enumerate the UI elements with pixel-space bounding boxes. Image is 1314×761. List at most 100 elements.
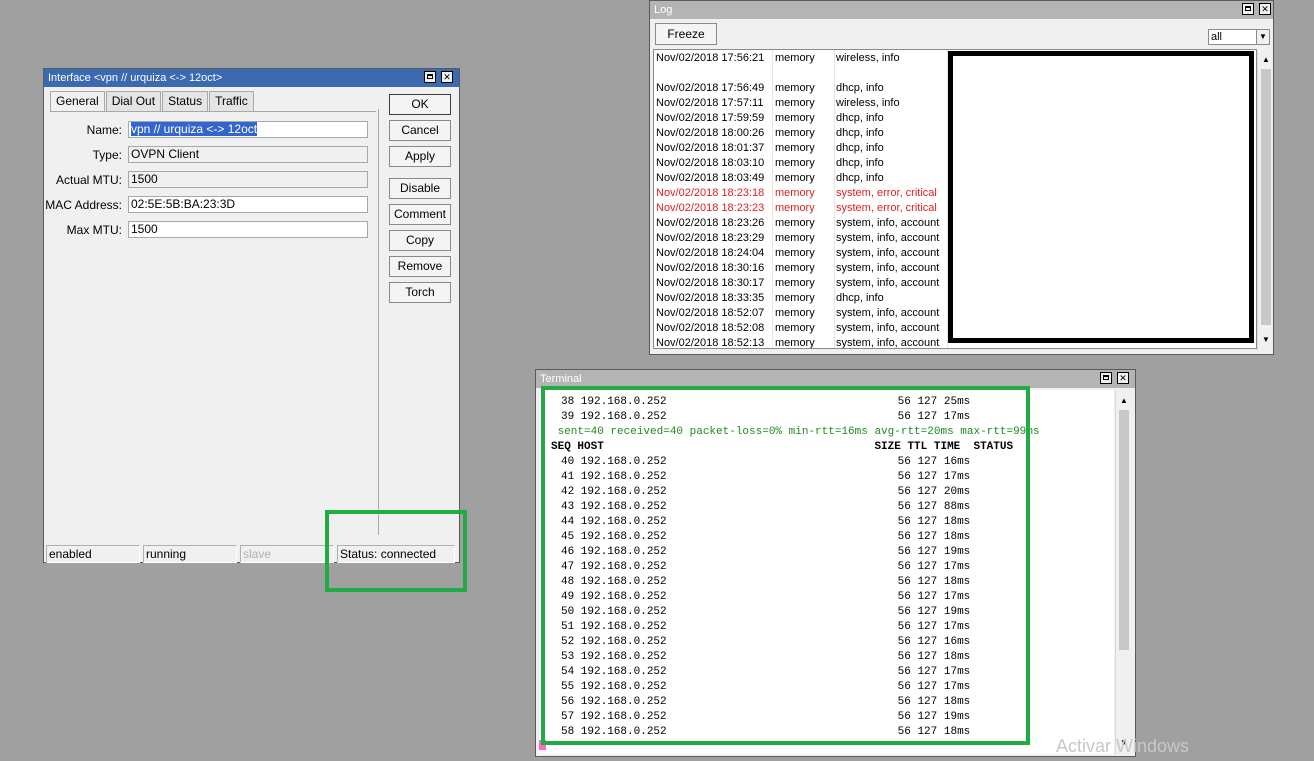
log-topics: dhcp, info bbox=[836, 142, 884, 154]
actual-mtu-label: Actual MTU: bbox=[55, 173, 122, 187]
close-icon[interactable] bbox=[1117, 372, 1129, 384]
log-topics: system, error, critical bbox=[836, 202, 937, 214]
log-topics: dhcp, info bbox=[836, 157, 884, 169]
log-topics: dhcp, info bbox=[836, 112, 884, 124]
terminal-highlight-box bbox=[541, 386, 1030, 745]
name-label: Name: bbox=[86, 123, 122, 137]
log-time: Nov/02/2018 18:52:08 bbox=[656, 322, 765, 334]
log-time: Nov/02/2018 17:56:49 bbox=[656, 82, 765, 94]
log-buffer: memory bbox=[775, 292, 815, 304]
log-buffer: memory bbox=[775, 142, 815, 154]
log-topics: system, info, account bbox=[836, 262, 940, 274]
log-time: Nov/02/2018 18:23:23 bbox=[656, 202, 765, 214]
tab-general[interactable]: General bbox=[50, 91, 105, 111]
remove-button[interactable]: Remove bbox=[389, 256, 451, 277]
maximize-icon[interactable] bbox=[1100, 372, 1112, 384]
log-topics: system, info, account bbox=[836, 277, 940, 289]
interface-title: Interface <vpn // urquiza <-> 12oct> bbox=[48, 72, 223, 84]
log-buffer: memory bbox=[775, 187, 815, 199]
log-topics: system, info, account bbox=[836, 232, 940, 244]
activation-watermark: Activar Windows bbox=[1056, 736, 1190, 756]
apply-button[interactable]: Apply bbox=[389, 146, 451, 167]
tab-dial-out[interactable]: Dial Out bbox=[105, 91, 162, 111]
log-buffer: memory bbox=[775, 217, 815, 229]
log-list: Nov/02/2018 17:56:21 memory wireless, info… bbox=[653, 49, 1257, 349]
log-time: Nov/02/2018 18:03:49 bbox=[656, 172, 765, 184]
terminal-scrollbar[interactable]: ▲ ▼ bbox=[1115, 390, 1133, 754]
scroll-up-icon[interactable]: ▲ bbox=[1117, 394, 1131, 408]
log-buffer: memory bbox=[775, 322, 815, 334]
copy-button[interactable]: Copy bbox=[389, 230, 451, 251]
log-topics: system, info, account bbox=[836, 247, 940, 259]
log-scrollbar[interactable]: ▲ ▼ bbox=[1257, 51, 1273, 351]
log-time: Nov/02/2018 18:01:37 bbox=[656, 142, 765, 154]
scroll-up-icon[interactable]: ▲ bbox=[1259, 53, 1273, 67]
mac-address-field[interactable]: 02:5E:5B:BA:23:3D bbox=[128, 196, 368, 213]
log-buffer: memory bbox=[775, 172, 815, 184]
torch-button[interactable]: Torch bbox=[389, 282, 451, 303]
log-time: Nov/02/2018 17:57:11 bbox=[656, 97, 764, 109]
log-buffer: memory bbox=[775, 337, 815, 349]
close-icon[interactable] bbox=[1259, 3, 1271, 15]
log-buffer: memory bbox=[775, 277, 815, 289]
interface-window: Interface <vpn // urquiza <-> 12oct> Gen… bbox=[43, 68, 460, 563]
log-buffer: memory bbox=[775, 82, 815, 94]
scroll-thumb[interactable] bbox=[1261, 69, 1271, 325]
name-field-value: vpn // urquiza <-> 12oct bbox=[131, 122, 258, 136]
log-time: Nov/02/2018 18:30:17 bbox=[656, 277, 765, 289]
max-mtu-label: Max MTU: bbox=[66, 223, 122, 237]
log-buffer: memory bbox=[775, 232, 815, 244]
log-time: Nov/02/2018 18:30:16 bbox=[656, 262, 765, 274]
log-topics: system, error, critical bbox=[836, 187, 937, 199]
maximize-icon[interactable] bbox=[424, 71, 436, 83]
log-time: Nov/02/2018 18:00:26 bbox=[656, 127, 765, 139]
log-time: Nov/02/2018 18:33:35 bbox=[656, 292, 765, 304]
log-buffer: memory bbox=[775, 202, 815, 214]
status-running: running bbox=[143, 545, 237, 563]
actual-mtu-field: 1500 bbox=[128, 171, 368, 188]
maximize-icon[interactable] bbox=[1242, 3, 1254, 15]
log-buffer: memory bbox=[775, 262, 815, 274]
freeze-button[interactable]: Freeze bbox=[655, 23, 717, 45]
log-time: Nov/02/2018 17:56:21 bbox=[656, 52, 765, 64]
disable-button[interactable]: Disable bbox=[389, 178, 451, 199]
log-time: Nov/02/2018 18:03:10 bbox=[656, 157, 765, 169]
scroll-down-icon[interactable]: ▼ bbox=[1259, 333, 1273, 347]
log-time: Nov/02/2018 17:59:59 bbox=[656, 112, 765, 124]
status-slave: slave bbox=[240, 545, 334, 563]
log-time: Nov/02/2018 18:23:26 bbox=[656, 217, 765, 229]
name-field[interactable]: vpn // urquiza <-> 12oct bbox=[128, 121, 368, 138]
tab-traffic[interactable]: Traffic bbox=[209, 91, 254, 111]
log-window: Log Freeze all ▼ Nov/02/2018 17:56:21mem… bbox=[649, 0, 1274, 355]
log-buffer: memory bbox=[775, 157, 815, 169]
close-icon[interactable] bbox=[441, 71, 453, 83]
max-mtu-field[interactable]: 1500 bbox=[128, 221, 368, 238]
interface-tabs: General Dial Out Status Traffic bbox=[50, 91, 255, 111]
log-buffer: memory bbox=[775, 52, 815, 64]
log-buffer: memory bbox=[775, 247, 815, 259]
interface-titlebar[interactable]: Interface <vpn // urquiza <-> 12oct> bbox=[44, 69, 459, 87]
log-topics: dhcp, info bbox=[836, 172, 884, 184]
tab-status[interactable]: Status bbox=[162, 91, 209, 111]
log-topics: dhcp, info bbox=[836, 292, 884, 304]
log-titlebar[interactable]: Log bbox=[650, 1, 1273, 19]
log-time: Nov/02/2018 18:24:04 bbox=[656, 247, 765, 259]
terminal-title: Terminal bbox=[540, 373, 582, 385]
log-topics: system, info, account bbox=[836, 322, 940, 334]
log-buffer: memory bbox=[775, 97, 815, 109]
log-buffer: memory bbox=[775, 127, 815, 139]
redacted-message-box bbox=[948, 51, 1254, 343]
chevron-down-icon[interactable]: ▼ bbox=[1256, 29, 1270, 45]
tab-panel-border bbox=[50, 111, 376, 112]
comment-button[interactable]: Comment bbox=[389, 204, 451, 225]
log-time: Nov/02/2018 18:23:18 bbox=[656, 187, 765, 199]
mac-address-label: MAC Address: bbox=[45, 198, 122, 212]
log-topics: system, info, account bbox=[836, 307, 940, 319]
ok-button[interactable]: OK bbox=[389, 94, 451, 115]
cancel-button[interactable]: Cancel bbox=[389, 120, 451, 141]
log-time: Nov/02/2018 18:52:13 bbox=[656, 337, 765, 349]
log-buffer: memory bbox=[775, 307, 815, 319]
status-enabled: enabled bbox=[46, 545, 140, 563]
scroll-thumb[interactable] bbox=[1119, 410, 1129, 650]
log-time: Nov/02/2018 18:23:29 bbox=[656, 232, 765, 244]
